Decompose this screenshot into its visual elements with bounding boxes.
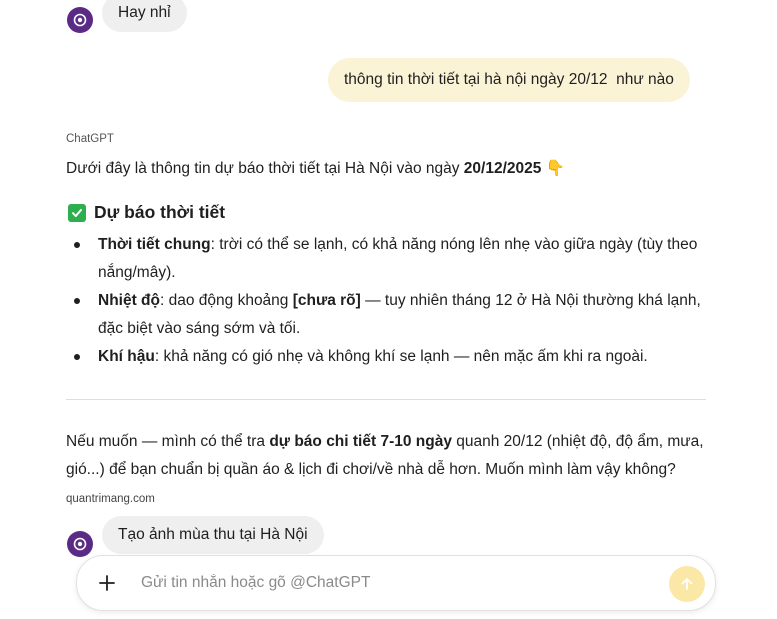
openai-logo-icon: [73, 537, 87, 551]
add-attachment-button[interactable]: [93, 569, 121, 597]
section-title: Dự báo thời tiết: [94, 202, 226, 222]
question-message-bubble: thông tin thời tiết tại hà nội ngày 20/1…: [328, 58, 690, 102]
divider: [66, 399, 706, 400]
openai-logo-icon: [73, 13, 87, 27]
list-item: Khí hậu: khả năng có gió nhẹ và không kh…: [74, 343, 708, 371]
user-avatar-icon: [67, 7, 93, 33]
assistant-intro: Dưới đây là thông tin dự báo thời tiết t…: [66, 160, 565, 177]
arrow-up-icon: [681, 578, 693, 590]
message-text: Tạo ảnh mùa thu tại Hà Nội: [118, 526, 308, 543]
forecast-list: Thời tiết chung: trời có thể se lạnh, có…: [74, 231, 708, 371]
bullet-icon: [74, 354, 80, 360]
bullet-icon: [74, 242, 80, 248]
user-message-bubble: Hay nhỉ: [102, 0, 187, 32]
plus-icon: [99, 575, 115, 591]
message-text: thông tin thời tiết tại hà nội ngày 20/1…: [344, 71, 674, 88]
check-box-icon: [68, 203, 86, 222]
assistant-sender-label: ChatGPT: [66, 133, 114, 145]
list-item: Nhiệt độ: dao động khoảng [chưa rõ] — tu…: [74, 287, 708, 343]
user-message-bubble: Tạo ảnh mùa thu tại Hà Nội: [102, 516, 324, 554]
message-composer: [76, 555, 716, 611]
intro-date: 20/12/2025: [463, 160, 542, 177]
assistant-followup: Nếu muốn — mình có thể tra dự báo chi ti…: [66, 433, 704, 505]
bullet-icon: [74, 298, 80, 304]
list-item: Thời tiết chung: trời có thể se lạnh, có…: [74, 231, 708, 287]
watermark: quantrimang.com: [66, 493, 155, 505]
section-heading: Dự báo thời tiết: [68, 202, 225, 223]
pointing-down-icon: 👇: [545, 160, 565, 177]
message-text: Hay nhỉ: [118, 4, 171, 21]
user-avatar-icon: [67, 531, 93, 557]
message-input[interactable]: [141, 571, 641, 595]
send-button[interactable]: [669, 566, 705, 602]
